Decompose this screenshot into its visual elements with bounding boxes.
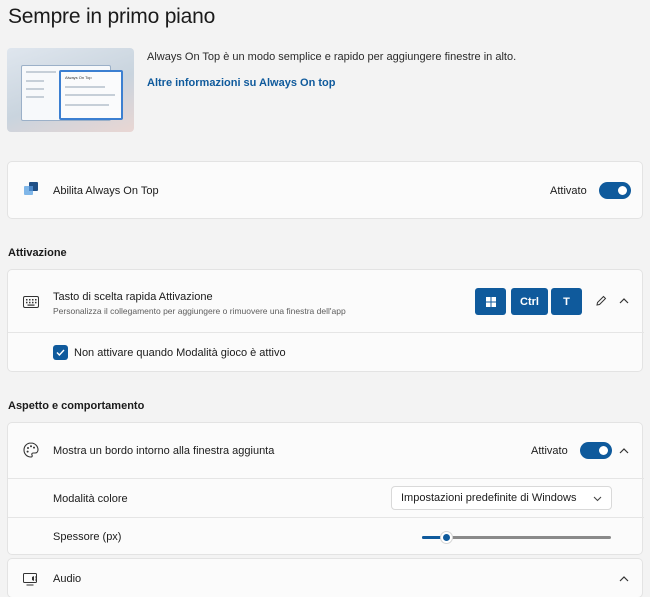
t-key: T	[551, 288, 582, 315]
color-mode-value: Impostazioni predefinite di Windows	[401, 492, 577, 504]
audio-device-icon	[23, 573, 39, 586]
color-mode-label: Modalità colore	[53, 493, 128, 505]
activation-card: Tasto di scelta rapida Attivazione Perso…	[7, 269, 644, 372]
checkmark-icon	[56, 349, 65, 356]
shortcut-text-group: Tasto di scelta rapida Attivazione Perso…	[53, 291, 346, 316]
windows-key	[475, 288, 506, 315]
shortcut-description: Personalizza il collegamento per aggiung…	[53, 306, 346, 316]
game-mode-row: Non attivare quando Modalità gioco è att…	[8, 332, 644, 372]
windows-logo-icon	[485, 296, 496, 307]
always-on-top-app-icon	[24, 182, 38, 196]
thickness-slider-thumb[interactable]	[440, 531, 454, 544]
enable-state: Attivato	[550, 185, 587, 197]
collapse-border-chevron-up-icon[interactable]	[617, 444, 631, 458]
border-label: Mostra un bordo intorno alla finestra ag…	[53, 445, 275, 457]
thickness-label: Spessore (px)	[53, 531, 122, 543]
audio-card: Audio	[7, 558, 643, 597]
collapse-activation-chevron-up-icon[interactable]	[617, 294, 631, 308]
hero-description: Always On Top è un modo semplice e rapid…	[147, 51, 517, 63]
color-mode-dropdown[interactable]: Impostazioni predefinite di Windows	[391, 486, 612, 510]
preview-pinned-window: Always On Top	[59, 70, 123, 120]
border-toggle[interactable]	[580, 442, 612, 459]
enable-card: Abilita Always On Top Attivato	[7, 161, 643, 219]
thickness-row: Spessore (px)	[8, 517, 644, 555]
palette-icon	[23, 442, 39, 458]
shortcut-label: Tasto di scelta rapida Attivazione	[53, 291, 213, 303]
always-on-top-preview-image: Always On Top	[7, 48, 134, 132]
appearance-card: Mostra un bordo intorno alla finestra ag…	[7, 422, 644, 555]
game-mode-checkbox[interactable]	[53, 345, 68, 360]
color-mode-row: Modalità colore Impostazioni predefinite…	[8, 478, 644, 517]
appearance-section-title: Aspetto e comportamento	[8, 400, 145, 412]
game-mode-label: Non attivare quando Modalità gioco è att…	[74, 347, 286, 359]
collapse-audio-chevron-up-icon[interactable]	[617, 572, 631, 586]
page-title: Sempre in primo piano	[8, 5, 216, 28]
border-state: Attivato	[531, 445, 568, 457]
audio-label: Audio	[53, 573, 82, 585]
chevron-down-icon	[593, 493, 602, 505]
edit-shortcut-pencil-icon[interactable]	[594, 294, 608, 308]
activation-section-title: Attivazione	[8, 247, 67, 259]
learn-more-link[interactable]: Altre informazioni su Always On top	[147, 77, 335, 89]
enable-label: Abilita Always On Top	[53, 185, 159, 197]
preview-window-title: Always On Top	[65, 75, 92, 80]
keyboard-icon	[23, 295, 39, 308]
ctrl-key: Ctrl	[511, 288, 548, 315]
enable-toggle[interactable]	[599, 182, 631, 199]
